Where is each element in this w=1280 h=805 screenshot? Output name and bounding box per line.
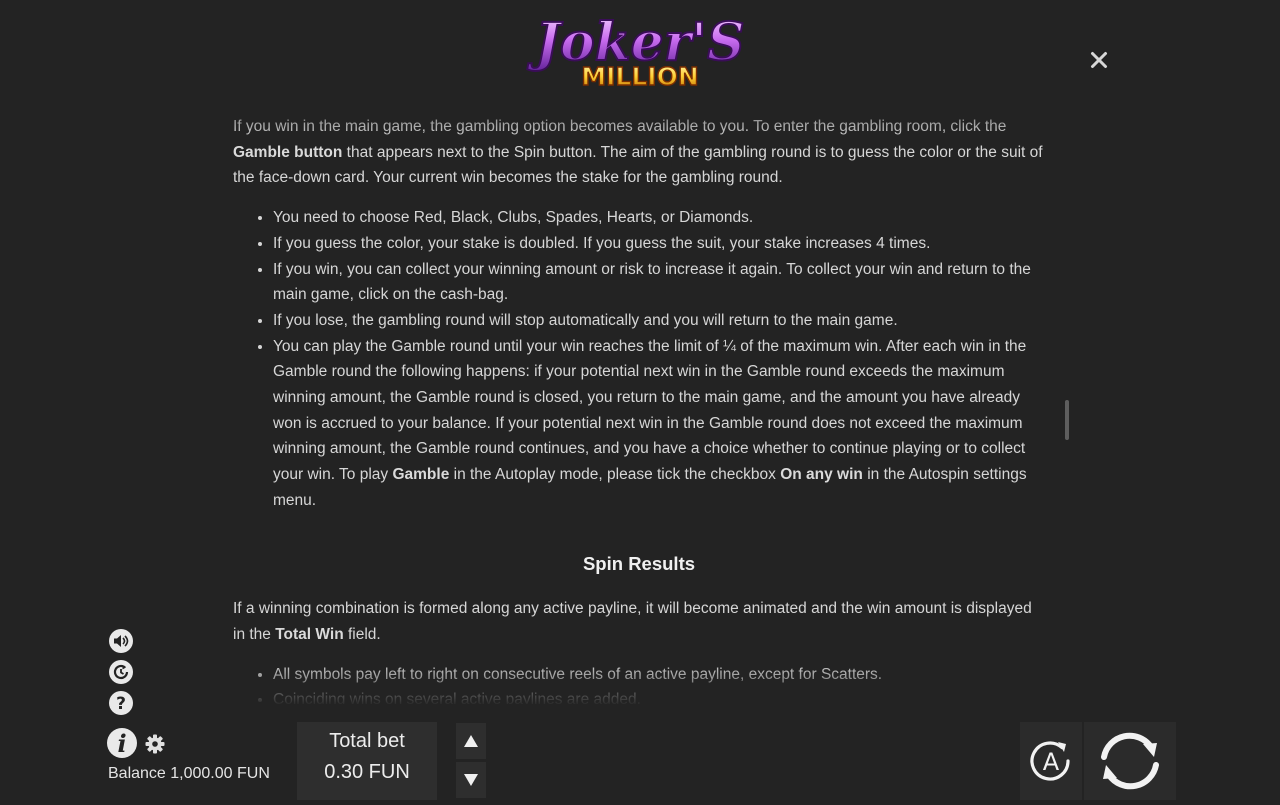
gamble-term: Gamble xyxy=(392,466,450,484)
info-button[interactable]: i xyxy=(106,727,138,759)
logo-subtitle: MILLION xyxy=(581,62,699,91)
gamble-intro-text-2: that appears next to the Spin button. Th… xyxy=(233,143,1043,187)
list-item: You can play the Gamble round until your… xyxy=(273,334,1045,514)
list-item: Coinciding wins on several active paylin… xyxy=(273,687,1045,704)
history-button[interactable] xyxy=(108,659,134,685)
close-icon xyxy=(1091,52,1107,68)
history-icon xyxy=(109,660,133,684)
spin-results-paragraph: If a winning combination is formed along… xyxy=(233,596,1045,647)
bet-up-icon xyxy=(464,735,478,747)
settings-button[interactable] xyxy=(144,733,166,755)
bet-increase-button[interactable] xyxy=(456,723,486,759)
bet-down-icon xyxy=(464,774,478,786)
svg-text:i: i xyxy=(117,729,126,758)
total-bet-label: Total bet xyxy=(329,730,405,752)
list-item: You need to choose Red, Black, Clubs, Sp… xyxy=(273,205,1045,231)
svg-text:?: ? xyxy=(116,694,126,714)
spin-rules-list: All symbols pay left to right on consecu… xyxy=(233,662,1045,704)
list-item: If you win, you can collect your winning… xyxy=(273,257,1045,308)
spin-results-heading: Spin Results xyxy=(582,552,696,574)
gamble-rules-list: You need to choose Red, Black, Clubs, Sp… xyxy=(233,205,1045,513)
game-logo: Joker'S MILLION xyxy=(520,6,760,96)
total-win-term: Total Win xyxy=(275,625,344,643)
gamble-intro-text-1: If you win in the main game, the gamblin… xyxy=(233,118,1007,135)
gamble-intro-paragraph: If you win in the main game, the gamblin… xyxy=(233,114,1045,191)
scrollbar-thumb[interactable] xyxy=(1065,400,1069,440)
total-bet-panel: Total bet 0.30 FUN xyxy=(297,722,437,800)
settings-icon xyxy=(145,734,165,754)
sound-icon xyxy=(109,629,133,653)
rules-content[interactable]: If you win in the main game, the gamblin… xyxy=(233,114,1045,704)
spin-results-text-2: field. xyxy=(343,625,381,643)
gamble-limit-text-1: You can play the Gamble round until your… xyxy=(273,337,1027,484)
gamble-limit-text-2: in the Autoplay mode, please tick the ch… xyxy=(449,466,781,484)
on-any-win-term: On any win xyxy=(780,466,863,484)
help-button[interactable]: ? xyxy=(108,690,134,716)
sound-button[interactable] xyxy=(108,628,134,654)
autoplay-button[interactable]: A xyxy=(1020,722,1082,800)
list-item: All symbols pay left to right on consecu… xyxy=(273,662,1045,688)
balance-display: Balance 1,000.00 FUN xyxy=(108,765,270,782)
total-bet-value: 0.30 FUN xyxy=(324,761,410,783)
svg-text:A: A xyxy=(1043,748,1060,776)
gamble-button-term: Gamble button xyxy=(233,143,343,161)
list-item: If you lose, the gambling round will sto… xyxy=(273,308,1045,334)
list-item: If you guess the color, your stake is do… xyxy=(273,231,1045,257)
autoplay-icon: A xyxy=(1030,741,1070,781)
help-icon: ? xyxy=(109,691,133,715)
spin-icon xyxy=(1101,732,1159,790)
close-button[interactable] xyxy=(1084,45,1114,75)
spin-button[interactable] xyxy=(1084,722,1176,800)
info-icon: i xyxy=(107,728,137,758)
bet-decrease-button[interactable] xyxy=(456,762,486,798)
